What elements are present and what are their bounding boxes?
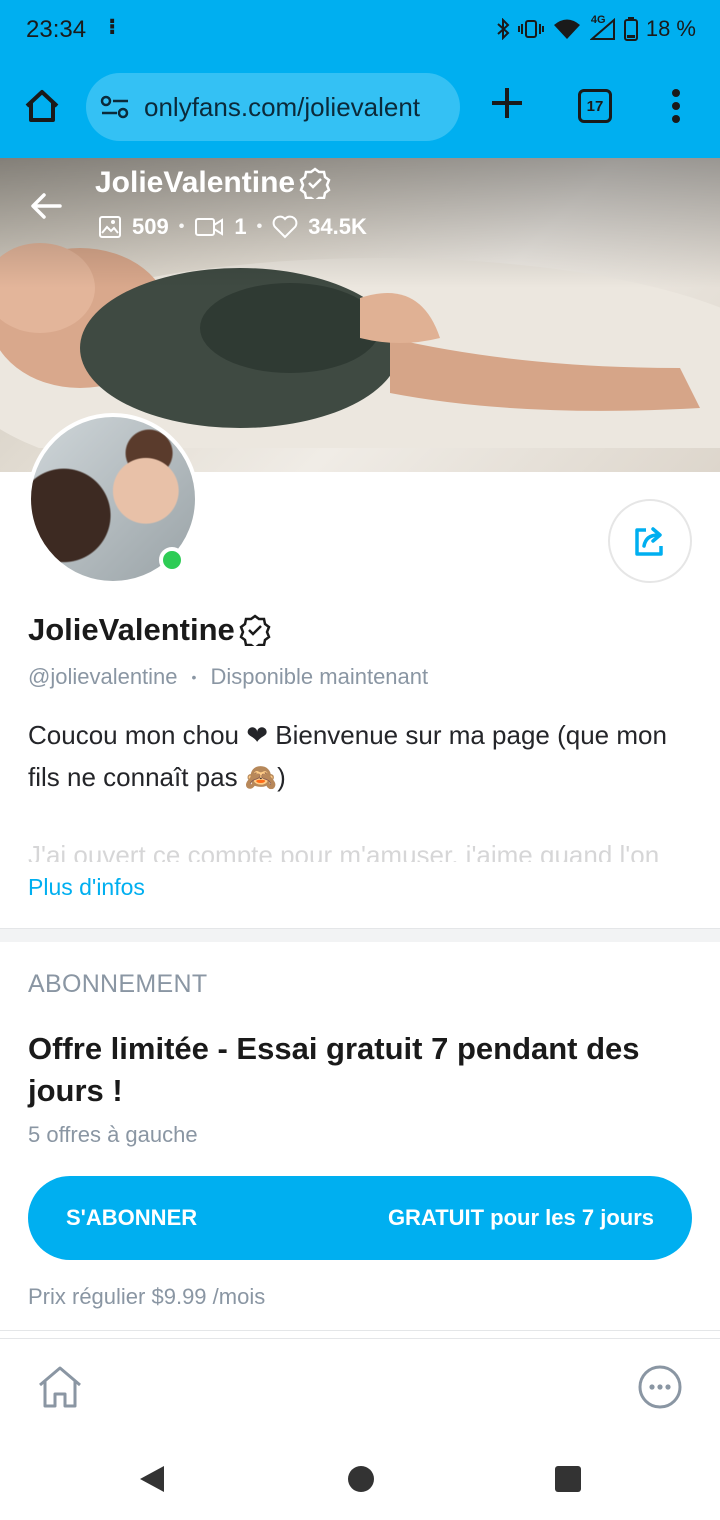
handle-separator: • [191,669,197,685]
plus-icon [492,88,522,118]
battery-percent: 18 % [645,16,696,41]
more-info-link[interactable]: Plus d'infos [28,874,145,901]
status-bar: 23:34 ⁝ 4G 18 % [0,0,720,60]
divider [0,1330,720,1331]
stat-separator: • [256,218,263,235]
videos-count: 1 [234,214,247,239]
more-vertical-icon [672,89,680,123]
wifi-icon [552,18,582,40]
footsteps-icon: ⁝ [108,14,117,39]
photos-count: 509 [132,214,169,239]
profile-name: JolieValentine [28,612,271,648]
subscription-heading: ABONNEMENT [28,970,208,998]
video-icon [195,218,224,236]
verified-icon [299,167,331,199]
nav-more-button[interactable] [638,1365,682,1409]
share-icon [635,527,663,556]
stat-separator: • [178,218,185,235]
bluetooth-icon [496,18,510,40]
tab-switcher-button[interactable]: 17 [578,89,612,123]
url-text: onlyfans.com/jolievalent [144,91,421,122]
home-icon [25,90,59,122]
vibrate-icon [517,19,544,39]
back-button[interactable] [28,188,64,224]
more-horizontal-icon [638,1365,682,1409]
profile-bio: Coucou mon chou ❤ Bienvenue sur ma page … [28,720,667,792]
cover-stats: 509 • 1 • 34.5K [98,214,367,240]
online-status-indicator [159,547,185,573]
subscribe-button[interactable]: S'ABONNER GRATUIT pour les 7 jours [28,1176,692,1260]
subscribe-button-label: S'ABONNER [66,1205,198,1230]
likes-count: 34.5K [308,214,367,239]
offer-title: Offre limitée - Essai gratuit 7 pendant … [28,1031,640,1108]
browser-toolbar: onlyfans.com/jolievalent 17 [0,60,720,158]
heart-icon [272,215,298,239]
image-icon [99,216,121,238]
cover-name-text: JolieValentine [95,166,296,199]
section-divider [0,928,720,942]
status-icons: 4G 18 % [496,14,696,42]
new-tab-button[interactable] [490,86,524,120]
share-button[interactable] [608,499,692,583]
cover-title: JolieValentine [95,166,331,200]
battery-icon [623,17,638,41]
app-bottom-nav [0,1338,720,1434]
profile-name-text: JolieValentine [28,612,235,647]
profile-handle-row: @jolievalentine • Disponible maintenant [28,664,428,690]
verified-icon [239,614,271,646]
signal-icon: 4G [589,14,616,40]
regular-price: Prix régulier $9.99 /mois [28,1284,266,1309]
nav-home-button[interactable] [36,1363,84,1411]
browser-menu-button[interactable] [666,86,686,126]
system-back-button[interactable] [138,1464,166,1494]
status-time: 23:34 [26,16,87,43]
system-nav-bar [0,1434,720,1520]
profile-bio-truncated: J'ai ouvert ce compte pour m'amuser, j'a… [28,840,660,862]
profile-handle: @jolievalentine [28,664,178,689]
home-icon [39,1366,81,1408]
system-home-button[interactable] [348,1466,374,1492]
site-settings-icon[interactable] [100,95,130,119]
system-recents-button[interactable] [555,1466,581,1492]
offers-remaining: 5 offres à gauche [28,1122,198,1147]
browser-home-button[interactable] [22,86,62,126]
arrow-left-icon [31,193,62,219]
network-type-label: 4G [590,14,606,26]
availability-status: Disponible maintenant [210,664,429,689]
subscribe-button-price: GRATUIT pour les 7 jours [387,1205,654,1230]
address-bar[interactable]: onlyfans.com/jolievalent [86,73,460,141]
